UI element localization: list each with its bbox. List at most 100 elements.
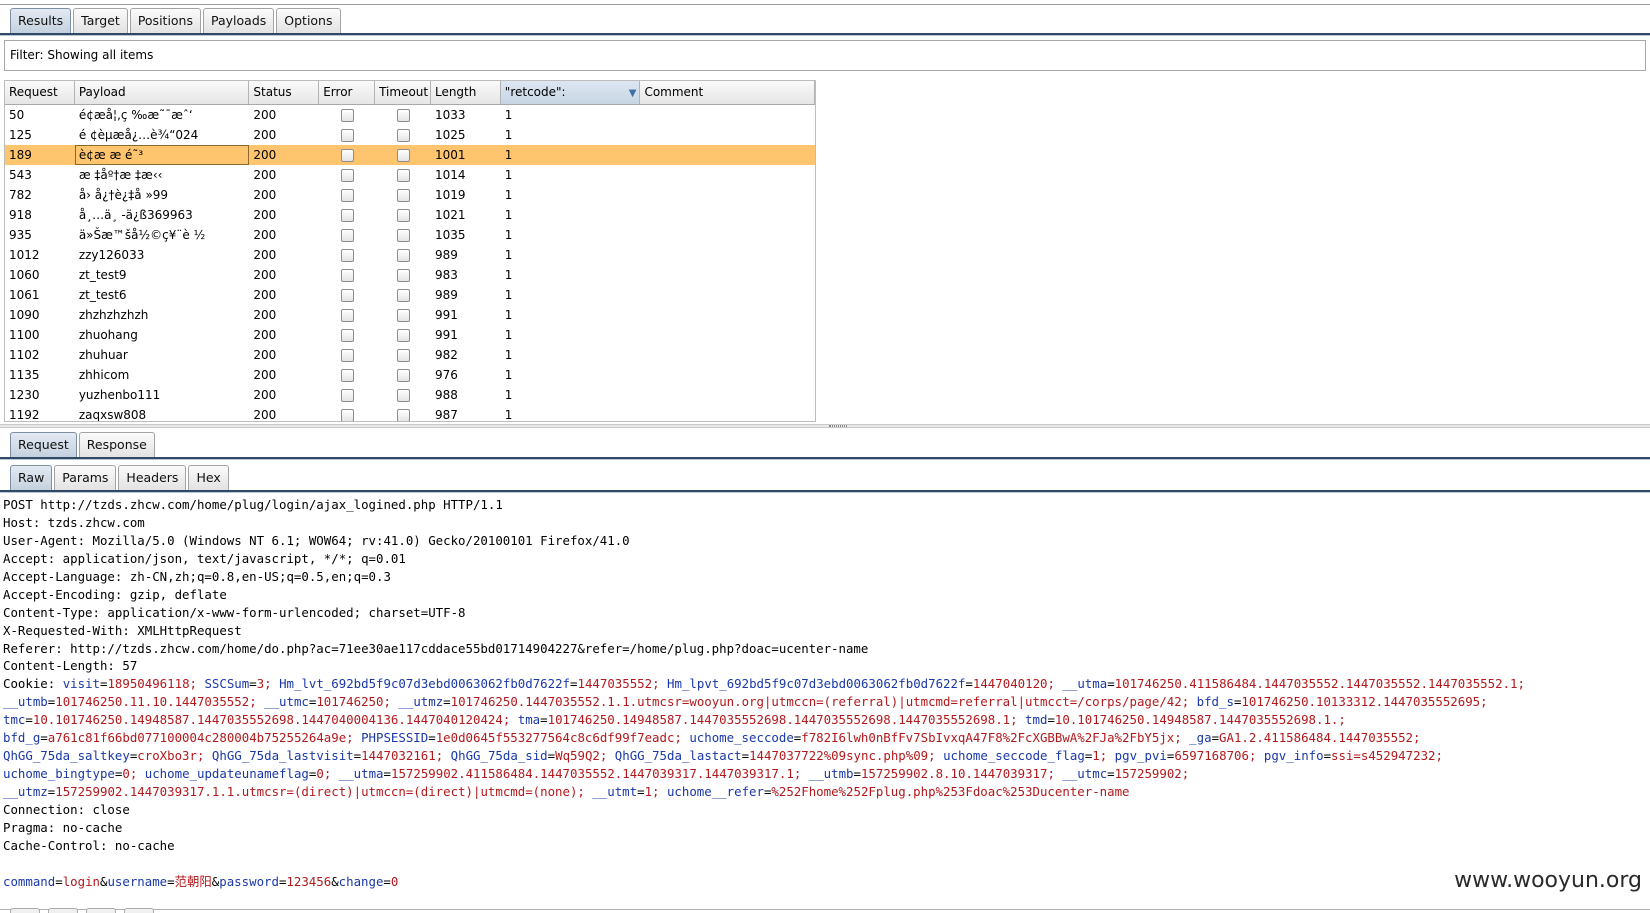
cookie-line: __utmz = 157259902.1447039317.1.1.utmcsr=(… [3,783,1643,801]
cell-comment [640,365,815,385]
cookie-eq: = [540,712,548,728]
table-row[interactable]: 1230 yuzhenbo111 200 988 1 [5,385,815,405]
cell-status: 200 [253,368,277,382]
table-row[interactable]: 1192 zaqxsw808 200 987 1 [5,405,815,422]
cell-timeout [375,105,431,125]
tab-payloads[interactable]: Payloads [203,8,275,33]
cell-error [319,245,375,265]
cookie-eq: = [428,730,436,746]
bottom-button[interactable] [10,908,40,913]
cookie-value: 1; [644,784,667,799]
cell-retcode: 1 [504,368,513,382]
tab-hex[interactable]: Hex [188,465,229,490]
watermark: www.wooyun.org [1454,868,1642,893]
cookie-name: bfd_s [1196,694,1234,710]
cell-comment [640,205,815,225]
column-header-length[interactable]: Length [431,81,501,104]
cell-request: 543 [9,168,32,182]
column-header-comment[interactable]: Comment [640,81,815,104]
checkbox-icon [340,209,354,222]
cell-length: 1019 [434,188,466,202]
cell-request: 1192 [9,408,40,422]
column-header-request[interactable]: Request [5,81,75,104]
request-body-line: command=login&username=范朝阳&password=1234… [3,873,1643,891]
cookie-eq: = [741,748,750,764]
tab-headers[interactable]: Headers [118,465,187,490]
cell-request: 1230 [9,388,40,402]
column-header-status[interactable]: Status [249,81,320,104]
cookie-name: Hm_lvt_692bd5f9c07d3ebd0063062fb0d7622f [279,676,571,692]
cell-error [319,265,375,285]
column-header-retcode[interactable]: "retcode": ▼ [500,81,641,104]
column-header-error[interactable]: Error [319,81,376,104]
cookie-eq: = [1323,748,1332,764]
table-row[interactable]: 918 å¸…ä¸ -ä¿ß369963 200 1021 1 [5,205,815,225]
cell-comment [640,245,815,265]
checkbox-icon [340,409,354,421]
cookie-value: GA1.2.411586484.1447035552; [1219,730,1421,746]
tab-request[interactable]: Request [10,432,77,457]
table-row[interactable]: 1135 zhhicom 200 976 1 [5,365,815,385]
raw-request-editor[interactable]: POST http://tzds.zhcw.com/home/plug/logi… [3,496,1643,896]
tab-options[interactable]: Options [276,8,341,33]
cell-length: 1001 [434,148,466,162]
filter-text: Filter: Showing all items [10,48,154,62]
column-header-payload[interactable]: Payload [75,81,250,104]
cell-timeout [375,385,431,405]
cookie-value: 1447037722%09sync.php%09; [749,748,944,764]
cookie-value: ssi=s452947232; [1331,748,1443,764]
table-row[interactable]: 1090 zhzhzhzhzh 200 991 1 [5,305,815,325]
results-table: Request Payload Status Error Timeout Length "r… [4,80,816,422]
tab-raw[interactable]: Raw [10,465,53,490]
tab-positions[interactable]: Positions [129,8,201,33]
cell-payload: æ ‡åº†æ ‡æ‹‹ [78,168,163,182]
tab-underline [0,33,1650,36]
filter-bar[interactable]: Filter: Showing all items [4,40,1646,71]
cookie-name: uchome__refer [666,784,764,799]
param-name: change [338,873,384,889]
cell-retcode: 1 [504,288,513,302]
table-row[interactable]: 1012 zzy126033 200 989 1 [5,245,815,265]
cell-timeout [375,225,431,245]
pane-splitter[interactable] [0,424,1650,428]
tab-results[interactable]: Results [10,8,72,33]
table-row[interactable]: 543 æ ‡åº†æ ‡æ‹‹ 200 1014 1 [5,165,815,185]
cell-retcode: 1 [504,188,513,202]
cookie-name: pgv_pvi [1114,748,1167,764]
cell-status: 200 [253,208,277,222]
cookie-value: 6597168706; [1174,748,1264,764]
checkbox-icon [396,329,410,342]
table-row[interactable]: 189 è¢æ æ é˜³ 200 1001 1 [5,145,815,165]
bottom-button[interactable] [48,908,78,913]
checkbox-icon [340,329,354,342]
cell-comment [640,265,815,285]
cell-status: 200 [253,148,277,162]
cell-payload: å¸…ä¸ -ä¿ß369963 [78,208,193,222]
param-value: 123456 [286,873,332,889]
table-row[interactable]: 1100 zhuohang 200 991 1 [5,325,815,345]
bottom-button[interactable] [86,908,116,913]
cell-status: 200 [253,108,277,122]
table-row[interactable]: 50 é¢æå¦‚ç ‰æ˜¯æˆ‘ 200 1033 1 [5,105,815,125]
table-row[interactable]: 1102 zhuhuar 200 982 1 [5,345,815,365]
table-row[interactable]: 782 å› å¿†è¿‡å »99 200 1019 1 [5,185,815,205]
tab-target[interactable]: Target [73,8,128,33]
splitter-grip-icon[interactable] [829,425,847,427]
table-row[interactable]: 1060 zt_test9 200 983 1 [5,265,815,285]
column-header-timeout[interactable]: Timeout [375,81,431,104]
tab-response[interactable]: Response [78,432,155,457]
cookie-value: 157259902.1447039317.1.1.utmcsr=(direct)… [55,784,593,799]
cookie-value: 1447032161; [361,748,451,764]
bottom-button[interactable] [124,908,154,913]
checkbox-icon [396,109,410,122]
tab-params[interactable]: Params [54,465,117,490]
table-row[interactable]: 1061 zt_test6 200 989 1 [5,285,815,305]
cell-status: 200 [253,408,277,422]
cell-payload: é¢æå¦‚ç ‰æ˜¯æˆ‘ [78,108,193,122]
table-row[interactable]: 125 é ¢è­µæå¿…è¾“024 200 1025 1 [5,125,815,145]
checkbox-icon [396,409,410,421]
cookie-eq: = [1107,676,1115,692]
cookie-name: __utmt [592,784,638,799]
cell-error [319,385,375,405]
table-row[interactable]: 935 ä»Šæ™šå½©ç¥¨è ½ 200 1035 1 [5,225,815,245]
